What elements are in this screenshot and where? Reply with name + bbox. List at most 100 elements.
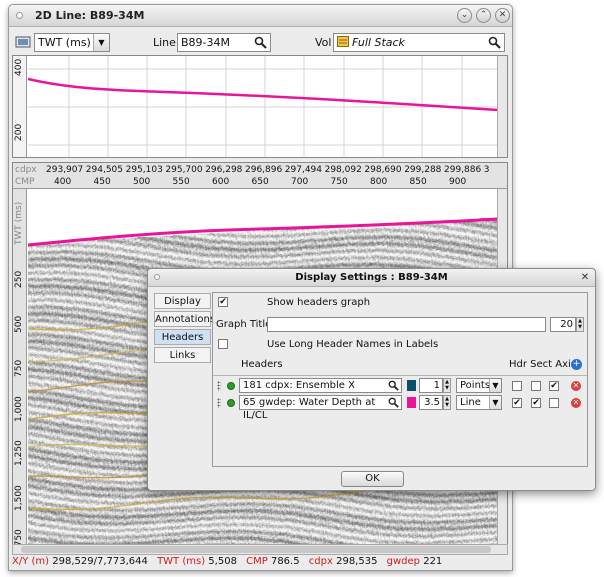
search-icon[interactable] [388,380,399,391]
close-icon[interactable]: ✕ [579,272,591,284]
remove-header-icon[interactable]: ✕ [571,381,581,391]
cdpx-axis-label: cdpx [15,165,37,175]
width-input[interactable]: 1 [419,378,443,393]
line-label: Line [153,36,176,49]
search-icon[interactable] [254,36,267,49]
width-spinner[interactable]: ▲ ▼ [443,395,451,410]
style-select[interactable]: Points ▼ [456,378,502,393]
show-headers-checkbox[interactable]: ✔ [218,297,228,307]
cmp-tick-label: 400 [54,177,72,187]
cdpx-tick-label: 299,288 [404,165,442,175]
status-bar: X/Y (m) 298,529/7,773,644 TWT (ms) 5,508… [12,554,508,569]
domain-select[interactable]: TWT (ms) ▼ [34,33,110,52]
tab-display[interactable]: Display [154,293,211,309]
hdr-checkbox[interactable]: ✔ [512,398,522,408]
cdpx-tick-label: 297,494 [284,165,323,175]
line-selector-value: B89-34M [181,36,231,49]
sect-checkbox[interactable]: ✔ [531,398,541,408]
cdpx-axis: cdpx [15,165,37,175]
cmp-tick-label: 700 [291,177,309,187]
cdpx-tick-label: 295,103 [125,165,163,175]
drag-handle-icon[interactable] [217,398,221,408]
header-name-field[interactable]: 65 gwdep: Water Depth at IL/CL [239,395,402,421]
header-name-value: 65 gwdep: Water Depth at IL/CL [243,397,376,421]
volume-selector-value: Full Stack [352,36,405,49]
dialog-title: Display Settings : B89-34M [295,272,448,283]
width-input[interactable]: 3.5 [419,395,443,410]
cmp-tick-label: 450 [93,177,111,187]
tab-links[interactable]: Links [154,347,211,363]
water-depth-curve [28,77,498,112]
header-graph-scrollbar[interactable] [497,56,507,157]
header-name-value: 181 cdpx: Ensemble X [243,380,355,391]
cdpx-tick-label: 293,907 [46,165,84,175]
twt-tick-label: 1,250 [14,440,24,466]
add-header-icon[interactable]: + [571,359,582,370]
color-swatch[interactable] [407,380,416,391]
cmp-tick-label: 750 [330,177,348,187]
title-size-spinner[interactable]: ▲ ▼ [576,317,584,332]
domain-select-value: TWT (ms) [38,36,91,49]
dialog-titlebar[interactable]: Display Settings : B89-34M ✕ [148,269,595,287]
long-names-checkbox[interactable] [218,339,228,349]
header-graph-y-tick: 400 [14,58,24,76]
hdr-checkbox[interactable] [512,381,522,391]
header-name-field[interactable]: 181 cdpx: Ensemble X [239,378,402,393]
close-icon[interactable]: ✕ [495,8,510,23]
vol-label: Vol [315,36,332,49]
search-icon[interactable] [388,397,399,408]
window-title: 2D Line: B89-34M [35,9,145,22]
visibility-dot-icon[interactable] [227,399,235,407]
window-titlebar[interactable]: 2D Line: B89-34M ⌄ ⌃ ✕ [9,5,512,27]
status-cmp-value: 786.5 [270,556,300,567]
header-row: 65 gwdep: Water Depth at IL/CL 3.5 ▲ ▼ Li… [217,395,587,421]
style-select[interactable]: Line ▼ [456,395,502,410]
status-twt-label: TWT (ms) [157,556,206,567]
tab-headers[interactable]: Headers [154,329,211,345]
volume-icon [337,36,349,47]
display-settings-dialog: Display Settings : B89-34M ✕ Display Ann… [147,268,596,491]
sect-checkbox[interactable] [531,381,541,391]
headers-tab-panel: ✔ Show headers graph Graph Title 20 ▲ ▼ U… [212,292,588,467]
cdpx-tick-label: 295,700 [165,165,203,175]
axis-checkbox[interactable] [549,398,559,408]
axis-checkbox[interactable]: ✔ [549,381,559,391]
color-swatch[interactable] [407,397,416,408]
line-selector[interactable]: B89-34M [177,33,271,52]
header-graph[interactable]: 400 200 [12,55,508,158]
headers-label: Headers [241,359,283,370]
cdpx-tick-label: 296,896 [245,165,283,175]
chevron-down-icon[interactable]: ⌄ [457,8,472,23]
seabed-horizon [28,217,498,247]
chevron-up-icon[interactable]: ⌃ [476,8,491,23]
cmp-tick-label: 850 [409,177,427,187]
cmp-tick-label: 500 [133,177,151,187]
volume-selector[interactable]: Full Stack [333,33,505,52]
width-spinner[interactable]: ▲ ▼ [443,378,451,393]
search-icon[interactable] [488,36,501,49]
seismic-top-axis: cdpx CMP 293,907 294,505 295,103 295,700 296… [13,163,507,189]
cmp-tick-label: 900 [449,177,467,187]
status-twt-value: 5,508 [208,556,237,567]
window-menu-icon[interactable] [16,12,23,19]
ok-button[interactable]: OK [341,471,404,487]
chevron-down-icon: ▼ [489,396,501,409]
long-names-label: Use Long Header Names in Labels [267,339,439,350]
display-settings-icon[interactable] [15,34,31,50]
graph-title-input[interactable] [267,317,546,332]
visibility-dot-icon[interactable] [227,382,235,390]
chevron-down-icon: ▼ [489,379,501,392]
cmp-tick-label: 650 [251,177,269,187]
toolbar: TWT (ms) ▼ Line B89-34M Vol Full Stack [9,28,512,56]
status-xy-label: X/Y (m) [12,556,50,567]
scrollbar-thumb[interactable] [21,546,491,553]
status-cdpx-label: cdpx [308,556,333,567]
drag-handle-icon[interactable] [217,381,221,391]
style-select-value: Line [460,397,481,408]
twt-tick-label: 500 [14,315,24,333]
remove-header-icon[interactable]: ✕ [571,398,581,408]
show-headers-label: Show headers graph [267,297,371,308]
header-graph-y-axis: 400 200 [13,56,27,157]
title-size-input[interactable]: 20 [550,317,576,332]
tab-annotations[interactable]: Annotations [154,311,215,327]
